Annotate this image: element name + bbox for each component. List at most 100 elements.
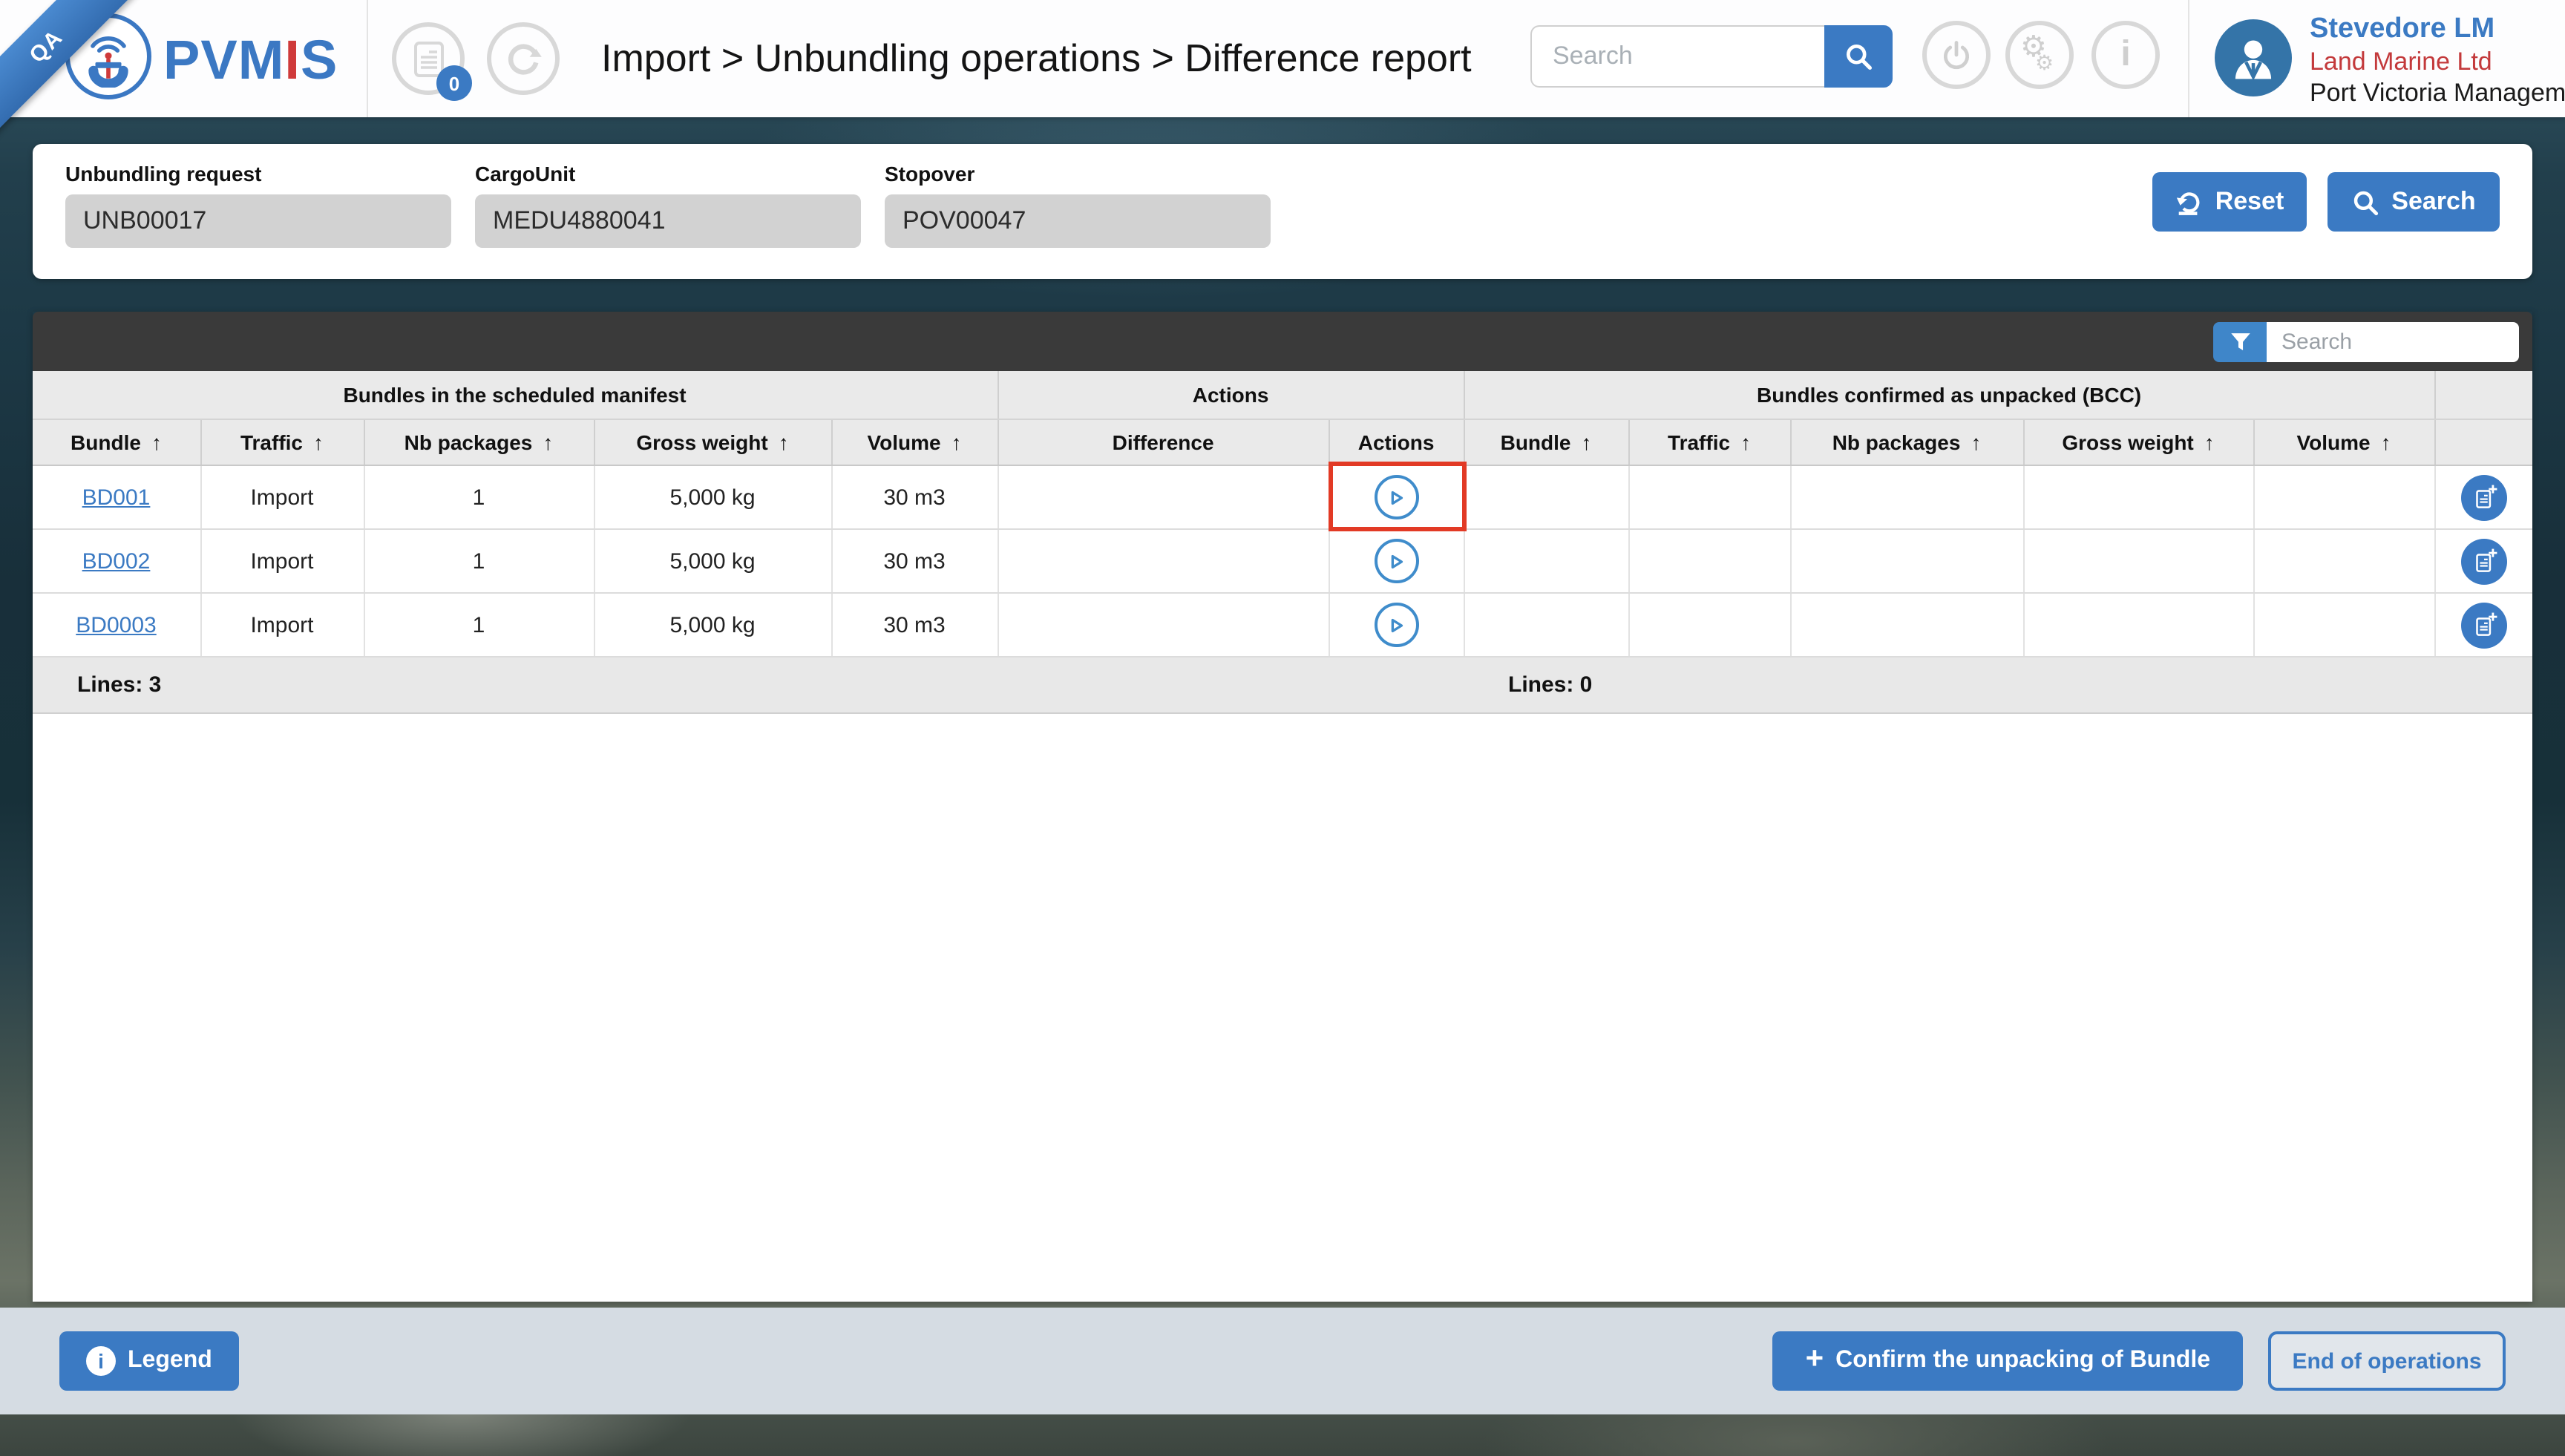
actions-cell xyxy=(1329,529,1465,594)
table-search-input[interactable] xyxy=(2267,321,2519,361)
add-document-icon xyxy=(2475,611,2497,635)
search-icon xyxy=(1847,45,1872,70)
refresh-arrows-icon xyxy=(507,43,541,74)
confirm-unpacking-button[interactable]: + Confirm the unpacking of Bundle xyxy=(1772,1331,2243,1391)
header-divider-right xyxy=(2188,0,2189,117)
reset-label: Reset xyxy=(2215,187,2284,215)
brand-part-3: S xyxy=(300,30,338,91)
brand-part-1: PVM xyxy=(163,30,285,91)
col-nb-packages-right[interactable]: Nb packages ↑ xyxy=(1790,419,2025,466)
col-row-actions xyxy=(2434,419,2533,466)
add-report-button[interactable] xyxy=(2460,538,2507,584)
table-filter-button[interactable] xyxy=(2213,321,2267,361)
group-actions: Actions xyxy=(998,371,1465,420)
table-column-header-row: Bundle ↑ Traffic ↑ Nb packages ↑ Gross weig… xyxy=(33,419,2533,466)
col-bundle-right[interactable]: Bundle ↑ xyxy=(1464,419,1630,466)
filter-panel: Unbundling request CargoUnit Stopover Re… xyxy=(33,144,2532,279)
sort-asc-icon: ↑ xyxy=(778,430,789,454)
gross-weight-bcc-cell xyxy=(2023,465,2255,530)
difference-report-table: Bundles in the scheduled manifest Action… xyxy=(33,371,2533,658)
bundle-cell: BD002 xyxy=(33,529,201,594)
brand-part-2: I xyxy=(284,30,301,91)
play-icon xyxy=(1391,490,1403,505)
content-empty-area xyxy=(33,714,2532,1302)
col-volume-right[interactable]: Volume ↑ xyxy=(2253,419,2436,466)
lines-count-left: Lines: 3 xyxy=(77,672,162,698)
header-divider-left xyxy=(367,0,368,117)
nb-packages-cell: 1 xyxy=(364,593,594,658)
table-row: BD0003 Import 1 5,000 kg 30 m3 xyxy=(33,593,2533,658)
volume-bcc-cell xyxy=(2253,593,2436,658)
run-difference-button[interactable] xyxy=(1374,475,1419,519)
documents-icon[interactable]: 0 xyxy=(392,22,472,101)
col-traffic-left[interactable]: Traffic ↑ xyxy=(200,419,364,466)
col-actions: Actions xyxy=(1329,419,1465,466)
search-icon xyxy=(2354,190,2379,215)
field-label: CargoUnit xyxy=(475,162,576,186)
bottom-action-bar: i Legend + Confirm the unpacking of Bund… xyxy=(0,1308,2565,1414)
col-nb-packages-left[interactable]: Nb packages ↑ xyxy=(364,419,594,466)
bundle-bcc-cell xyxy=(1464,465,1630,530)
col-traffic-right[interactable]: Traffic ↑ xyxy=(1628,419,1792,466)
gross-weight-bcc-cell xyxy=(2023,529,2255,594)
actions-cell xyxy=(1329,593,1465,658)
stopover-input[interactable] xyxy=(885,194,1271,248)
legend-label: Legend xyxy=(128,1348,212,1373)
add-report-button[interactable] xyxy=(2460,602,2507,648)
play-icon xyxy=(1391,554,1403,568)
refresh-icon[interactable] xyxy=(487,22,560,95)
gross-weight-cell: 5,000 kg xyxy=(594,529,832,594)
filter-search-button[interactable]: Search xyxy=(2328,172,2500,232)
difference-cell xyxy=(998,529,1330,594)
header-search-input[interactable] xyxy=(1530,25,1824,88)
volume-cell: 30 m3 xyxy=(831,529,999,594)
user-avatar[interactable] xyxy=(2215,19,2292,96)
funnel-icon xyxy=(2230,332,2250,350)
col-volume-left[interactable]: Volume ↑ xyxy=(831,419,999,466)
user-info: Stevedore LM Land Marine Ltd Port Victor… xyxy=(2310,12,2565,108)
info-icon[interactable]: i xyxy=(2091,21,2160,89)
bundle-link[interactable]: BD002 xyxy=(82,548,151,574)
notification-badge: 0 xyxy=(436,65,472,101)
reset-button[interactable]: Reset xyxy=(2152,172,2307,232)
run-difference-button[interactable] xyxy=(1374,539,1419,583)
settings-icon[interactable]: ⚙ ⚙ xyxy=(2005,21,2074,89)
add-report-button[interactable] xyxy=(2460,474,2507,520)
header-search-button[interactable] xyxy=(1824,25,1893,88)
col-gross-weight-right[interactable]: Gross weight ↑ xyxy=(2023,419,2255,466)
field-label: Stopover xyxy=(885,162,975,186)
difference-cell xyxy=(998,465,1330,530)
unbundling-request-input[interactable] xyxy=(65,194,451,248)
sort-asc-icon: ↑ xyxy=(951,430,962,454)
bundle-link[interactable]: BD001 xyxy=(82,485,151,510)
header-search xyxy=(1530,25,1893,88)
user-name: Stevedore LM xyxy=(2310,13,2495,45)
row-actions-cell xyxy=(2434,593,2533,658)
sort-asc-icon: ↑ xyxy=(1971,430,1982,454)
logout-icon[interactable] xyxy=(1922,21,1991,89)
actions-cell xyxy=(1328,462,1467,531)
group-scheduled-manifest: Bundles in the scheduled manifest xyxy=(33,371,999,420)
traffic-cell: Import xyxy=(200,593,364,658)
user-company: Land Marine Ltd xyxy=(2310,47,2492,76)
col-bundle-left[interactable]: Bundle ↑ xyxy=(33,419,201,466)
info-circle-icon: i xyxy=(86,1346,116,1376)
person-icon xyxy=(2235,40,2272,81)
bundle-bcc-cell xyxy=(1464,593,1630,658)
lines-count-right: Lines: 0 xyxy=(1508,672,1593,698)
undo-icon xyxy=(2177,191,2201,214)
legend-button[interactable]: i Legend xyxy=(59,1331,239,1391)
volume-cell: 30 m3 xyxy=(831,465,999,530)
cargounit-input[interactable] xyxy=(475,194,861,248)
row-actions-cell xyxy=(2434,465,2533,530)
app: QA PVMIS 0 Import > Unbundling operation… xyxy=(0,0,2565,1456)
end-of-operations-button[interactable]: End of operations xyxy=(2268,1331,2506,1391)
run-difference-button[interactable] xyxy=(1374,603,1419,647)
table-panel: Bundles in the scheduled manifest Action… xyxy=(33,312,2533,1302)
traffic-bcc-cell xyxy=(1628,465,1792,530)
gross-weight-cell: 5,000 kg xyxy=(594,593,832,658)
sort-asc-icon: ↑ xyxy=(543,430,554,454)
col-gross-weight-left[interactable]: Gross weight ↑ xyxy=(594,419,832,466)
bundle-link[interactable]: BD0003 xyxy=(76,612,156,637)
gears-icon: ⚙ ⚙ xyxy=(2020,31,2054,74)
